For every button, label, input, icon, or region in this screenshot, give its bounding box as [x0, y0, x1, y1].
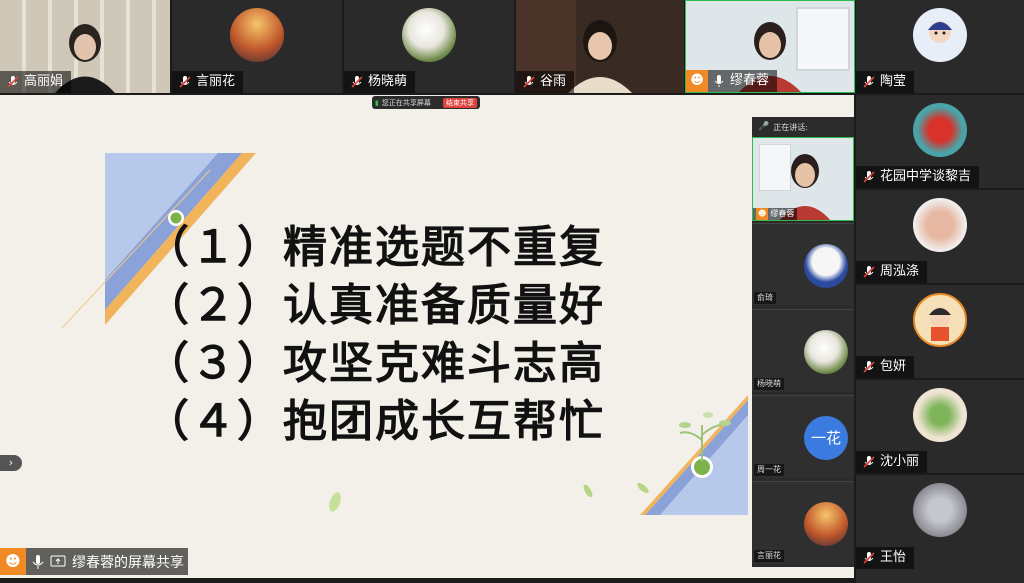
side-tile-name: 周一花: [754, 464, 784, 476]
mic-off-icon: [351, 76, 363, 88]
slide-line-3: （３）攻坚克难斗志高: [145, 338, 605, 389]
mic-off-icon: [863, 552, 875, 564]
mic-off-icon: [863, 76, 875, 88]
avatar: [913, 8, 967, 62]
mic-off-icon: [7, 76, 19, 88]
side-tile-2[interactable]: 杨晓萌: [752, 309, 854, 392]
participant-name: 周泓涤: [880, 264, 920, 279]
participant-tile-2[interactable]: 言丽花: [172, 0, 342, 93]
mic-off-icon: [523, 76, 535, 88]
participant-name: 包妍: [880, 359, 907, 374]
participant-name-tag: ☻ 缪春蓉: [686, 70, 778, 92]
participant-tile-5-active-speaker[interactable]: ☻ 缪春蓉: [685, 0, 855, 93]
participant-name: 杨晓萌: [368, 74, 408, 89]
slide-content: （１）精准选题不重复 （２）认真准备质量好 （３）攻坚克难斗志高 （４）抱团成长…: [145, 219, 605, 451]
slide-line-4: （４）抱团成长互帮忙: [145, 396, 605, 447]
mic-icon: [714, 75, 724, 87]
participant-name-tag: 包妍: [856, 356, 915, 378]
mic-icon: 🎤: [758, 122, 770, 132]
mic-off-icon: [179, 76, 191, 88]
avatar: [804, 244, 848, 288]
participant-name: 缪春蓉: [730, 73, 770, 88]
video-side-panel: 🎤 正在讲话: ☻ 缪春蓉 俞琦 杨晓萌 一花 周一花 言丽花: [752, 117, 854, 567]
screen-share-icon: [50, 555, 66, 566]
participant-tile-1[interactable]: 高丽娟: [0, 0, 170, 93]
mic-icon: [32, 554, 44, 569]
speaking-header: 🎤 正在讲话:: [752, 117, 854, 137]
participant-name-tag: 谷雨: [516, 71, 575, 93]
side-tile-1[interactable]: 俞琦: [752, 223, 854, 306]
side-tile-name: 言丽花: [754, 550, 784, 562]
avatar-text: 一花: [810, 429, 841, 447]
side-tile-3[interactable]: 一花 周一花: [752, 395, 854, 478]
avatar: [913, 198, 967, 252]
participant-name-tag: 杨晓萌: [344, 71, 416, 93]
leaf-decoration: [329, 492, 341, 512]
chevron-right-icon: ›: [8, 456, 14, 469]
participant-name-tag: 沈小丽: [856, 451, 928, 473]
speaker-tile[interactable]: ☻ 缪春蓉: [752, 137, 854, 221]
participant-tile-right-3[interactable]: 周泓涤: [856, 190, 1024, 283]
avatar: [913, 103, 967, 157]
leaf-decoration: [637, 482, 649, 494]
leaf-decoration: [583, 484, 593, 498]
participant-tile-right-1[interactable]: 陶莹: [856, 0, 1024, 93]
participant-tile-right-5[interactable]: 沈小丽: [856, 380, 1024, 473]
mic-off-icon: [863, 456, 875, 468]
cartoon-avatar-icon: [928, 21, 952, 43]
avatar: [402, 8, 456, 62]
avatar: [804, 330, 848, 374]
mic-off-icon: [863, 171, 875, 183]
avatar: [230, 8, 284, 62]
participant-name: 谷雨: [540, 74, 567, 89]
screen-share-label: 缪春蓉的屏幕共享: [72, 554, 184, 571]
speaking-label: 正在讲话:: [773, 122, 808, 132]
participant-name-tag: 花园中学谈黎吉: [856, 166, 980, 188]
participant-name-tag: 言丽花: [172, 71, 244, 93]
sharing-status-text: 您正在共享屏幕: [381, 98, 431, 107]
avatar: [804, 502, 848, 546]
speaker-name: 缪春蓉: [770, 209, 795, 218]
participant-tile-right-6[interactable]: 王怡: [856, 475, 1024, 583]
signal-icon: ▮: [375, 98, 379, 107]
user-icon: ☻: [686, 70, 708, 92]
screen-share-label-bar: ☻ 缪春蓉的屏幕共享: [0, 548, 188, 575]
participant-name: 高丽娟: [24, 74, 64, 89]
slide-line-2: （２）认真准备质量好: [145, 280, 605, 331]
participant-name-tag: 王怡: [856, 547, 915, 569]
participant-tile-right-4[interactable]: 包妍: [856, 285, 1024, 378]
avatar: [913, 293, 967, 347]
participant-name: 花园中学谈黎吉: [880, 169, 972, 184]
slide-decoration-bottom-right: [640, 395, 748, 515]
participant-tile-3[interactable]: 杨晓萌: [344, 0, 514, 93]
expand-panel-button[interactable]: ›: [0, 455, 22, 471]
participant-tile-right-2[interactable]: 花园中学谈黎吉: [856, 95, 1024, 188]
stop-sharing-button[interactable]: 结束共享: [443, 97, 477, 108]
participant-tile-4[interactable]: 谷雨: [516, 0, 684, 93]
side-tile-4[interactable]: 言丽花: [752, 481, 854, 564]
side-tile-name: 杨晓萌: [754, 378, 784, 390]
speaker-name-tag: ☻ 缪春蓉: [753, 208, 798, 220]
participant-video: [568, 20, 632, 93]
participant-name: 陶莹: [880, 74, 907, 89]
avatar: 一花: [804, 416, 848, 460]
avatar: [913, 483, 967, 537]
shared-screen: （１）精准选题不重复 （２）认真准备质量好 （３）攻坚克难斗志高 （４）抱团成长…: [0, 95, 854, 578]
user-icon: ☻: [0, 548, 26, 575]
user-icon: ☻: [756, 208, 769, 220]
participant-name-tag: 高丽娟: [0, 71, 72, 93]
mic-off-icon: [863, 266, 875, 278]
participant-name: 言丽花: [196, 74, 236, 89]
side-tile-name: 俞琦: [754, 292, 776, 304]
participant-name: 王怡: [880, 550, 907, 565]
participant-name: 沈小丽: [880, 454, 920, 469]
mic-off-icon: [863, 361, 875, 373]
participant-name-tag: 陶莹: [856, 71, 915, 93]
avatar: [913, 388, 967, 442]
cartoon-avatar-icon: [929, 307, 951, 341]
participant-name-tag: 周泓涤: [856, 261, 928, 283]
sharing-status-bar: ▮ 您正在共享屏幕 结束共享: [372, 96, 480, 109]
slide-line-1: （１）精准选题不重复: [145, 222, 605, 273]
